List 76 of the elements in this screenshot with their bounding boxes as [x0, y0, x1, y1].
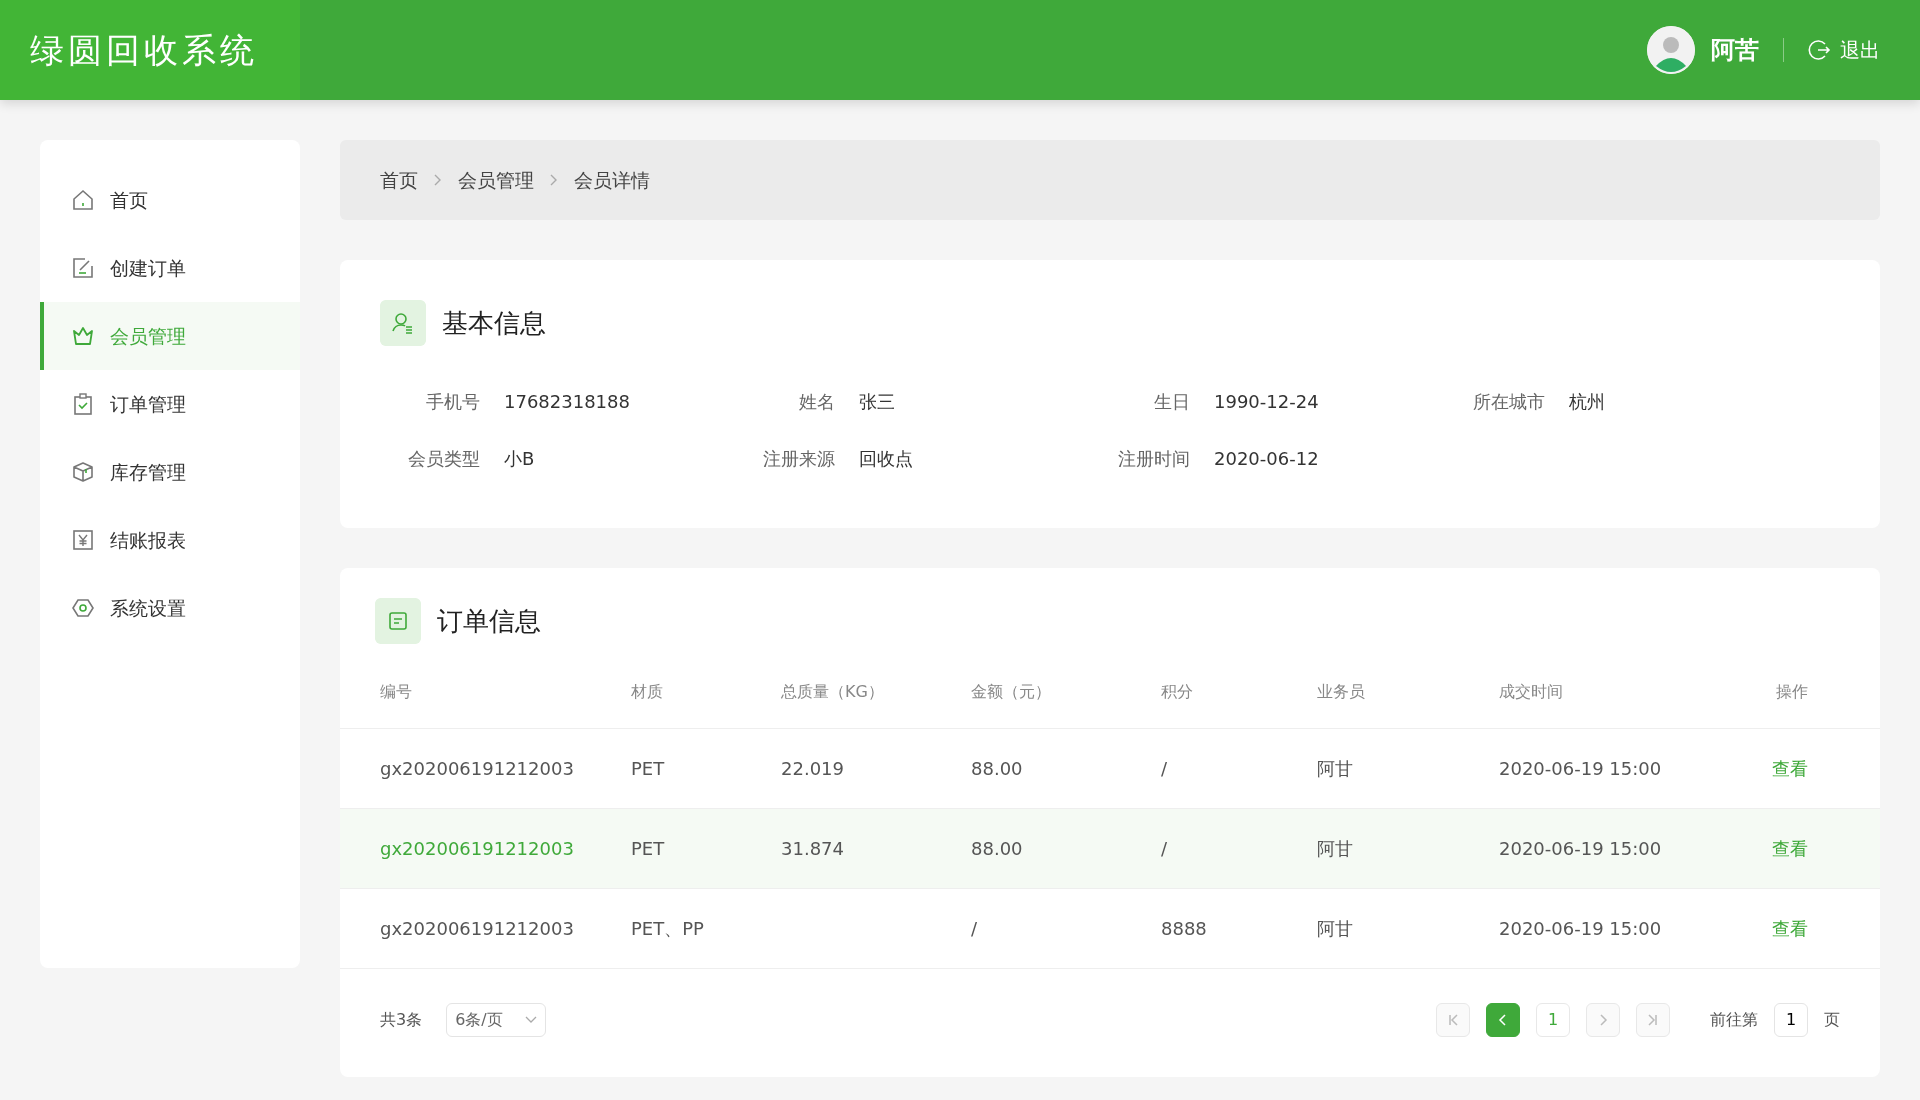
- table-cell: 88.00: [971, 757, 1023, 779]
- table-cell: gx202006191212003: [380, 837, 574, 859]
- field-value: 小B: [504, 447, 535, 471]
- field-label: 生日: [1153, 390, 1190, 414]
- table-row[interactable]: gx202006191212003 PET、PP / 8888 阿甘 2020-06-19 15:00 查看: [340, 888, 1880, 968]
- table-cell: 阿甘: [1317, 757, 1353, 779]
- chevron-icon: [434, 174, 442, 186]
- field-label: 会员类型: [407, 447, 480, 471]
- table-cell: /: [1161, 837, 1168, 859]
- table-cell: /: [1161, 757, 1168, 779]
- goto-page-field[interactable]: 1: [1774, 1002, 1808, 1037]
- sidebar-item[interactable]: 订单管理: [40, 370, 300, 438]
- column-header: 金额（元）: [971, 681, 1051, 701]
- goto-label: 页: [1824, 1008, 1840, 1031]
- field-value: 1990-12-24: [1214, 390, 1319, 414]
- total-count: 共3条: [380, 1008, 423, 1031]
- table-cell: 88.00: [971, 837, 1023, 859]
- column-header: 操作: [1776, 681, 1808, 701]
- breadcrumb-item[interactable]: 会员管理: [458, 165, 534, 195]
- table-cell: 2020-06-19 15:00: [1499, 757, 1662, 779]
- table-cell: 阿甘: [1317, 837, 1353, 859]
- column-header: 业务员: [1317, 681, 1365, 701]
- field-label: 姓名: [798, 390, 835, 414]
- field-value: 回收点: [859, 447, 913, 471]
- goto-label: 前往第: [1710, 1008, 1758, 1031]
- box-icon: [72, 461, 94, 483]
- table-cell: /: [971, 917, 978, 939]
- field-label: 所在城市: [1472, 390, 1545, 414]
- column-header: 成交时间: [1499, 681, 1563, 701]
- column-header: 积分: [1161, 681, 1193, 701]
- field-value: 张三: [859, 390, 895, 414]
- crown-icon: [72, 325, 94, 347]
- field-value: 17682318188: [504, 390, 630, 414]
- field-label: 手机号: [425, 390, 480, 414]
- section-title: 基本信息: [442, 306, 546, 340]
- table-cell: 2020-06-19 15:00: [1499, 837, 1662, 859]
- user-name: 阿苦: [1711, 35, 1759, 66]
- caret-icon: [525, 1015, 538, 1024]
- column-header: 编号: [380, 681, 412, 701]
- logout-icon: [1808, 38, 1832, 62]
- section-title: 订单信息: [437, 604, 541, 638]
- sidebar-item[interactable]: 创建订单: [40, 234, 300, 302]
- sidebar-item[interactable]: 系统设置: [40, 574, 300, 642]
- yen-icon: [72, 529, 94, 551]
- table-cell: 阿甘: [1317, 917, 1353, 939]
- table-cell: PET: [631, 757, 665, 779]
- breadcrumb-item: 会员详情: [574, 167, 650, 193]
- field-label: 注册来源: [762, 447, 835, 471]
- page-size-select[interactable]: 6条/页: [446, 1002, 547, 1037]
- column-header: 材质: [631, 681, 663, 701]
- sidebar-item[interactable]: 库存管理: [40, 438, 300, 506]
- table-row[interactable]: gx202006191212003 PET 31.874 88.00 / 阿甘 2020-06-19 15:00 查看: [340, 808, 1880, 888]
- field-value: 杭州: [1569, 390, 1605, 414]
- previous-page-button[interactable]: [1486, 1002, 1520, 1037]
- table-cell: 2020-06-19 15:00: [1499, 917, 1662, 939]
- field-label: 注册时间: [1117, 447, 1190, 471]
- table-cell: PET、PP: [631, 917, 704, 939]
- edit-icon: [72, 257, 94, 279]
- hexagon-icon: [72, 597, 94, 619]
- table-cell: 8888: [1161, 917, 1207, 939]
- sidebar-item[interactable]: 结账报表: [40, 506, 300, 574]
- column-header: 总质量（KG）: [781, 681, 884, 701]
- table-row[interactable]: gx202006191212003 PET 22.019 88.00 / 阿甘 2020-06-19 15:00 查看: [340, 728, 1880, 808]
- field-value: 2020-06-12: [1214, 447, 1319, 471]
- table-cell: 22.019: [781, 757, 844, 779]
- home-icon: [72, 189, 94, 211]
- sidebar-item[interactable]: 首页: [40, 166, 300, 234]
- clipboard-icon: [72, 393, 94, 415]
- avatar-icon: [1647, 26, 1695, 74]
- table-cell: 31.874: [781, 837, 844, 859]
- chevron-icon: [550, 174, 558, 186]
- table-cell: gx202006191212003: [380, 917, 574, 939]
- table-cell: gx202006191212003: [380, 757, 574, 779]
- app-logo: 绿圆回收系统: [30, 28, 258, 72]
- table-cell: PET: [631, 837, 665, 859]
- breadcrumb-item[interactable]: 首页: [380, 165, 418, 195]
